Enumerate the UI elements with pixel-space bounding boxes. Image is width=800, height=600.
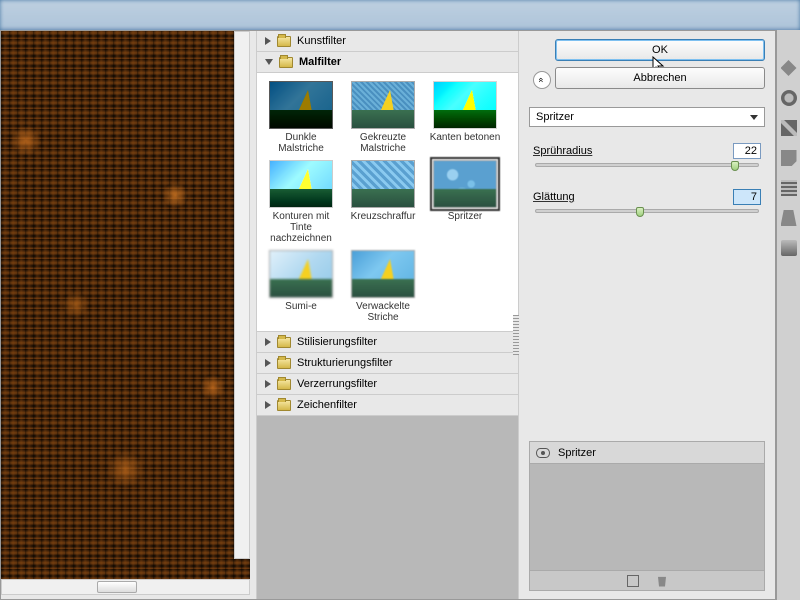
thumb-dunkle-malstriche[interactable]: Dunkle Malstriche (261, 79, 341, 156)
thumb-sumi-e[interactable]: Sumi-e (261, 248, 341, 325)
category-stilisierung[interactable]: Stilisierungsfilter (257, 332, 518, 353)
layer-label: Spritzer (558, 447, 596, 459)
tool-icon-7[interactable] (781, 240, 797, 256)
folder-icon (277, 400, 291, 411)
category-label: Zeichenfilter (297, 399, 357, 411)
trash-icon[interactable] (657, 575, 667, 587)
tool-icon-6[interactable] (781, 210, 797, 226)
layers-empty (530, 464, 764, 570)
dropdown-selected: Spritzer (536, 111, 574, 123)
preview-hscrollbar[interactable] (1, 579, 250, 595)
slider-thumb-radius[interactable] (731, 161, 739, 171)
cancel-label: Abbrechen (633, 72, 686, 84)
thumb-kanten-betonen[interactable]: Kanten betonen (425, 79, 505, 156)
param-label-radius: Sprühradius (533, 145, 592, 157)
category-filler (257, 416, 518, 599)
thumb-verwackelte-striche[interactable]: Verwackelte Striche (343, 248, 423, 325)
app-right-toolbar (776, 30, 800, 600)
tool-icon-2[interactable] (781, 90, 797, 106)
expand-icon (265, 380, 271, 388)
category-label: Kunstfilter (297, 35, 346, 47)
category-zeichen[interactable]: Zeichenfilter (257, 395, 518, 416)
folder-icon (277, 379, 291, 390)
param-value-radius[interactable] (733, 143, 761, 159)
visibility-eye-icon[interactable] (536, 448, 550, 458)
category-verzerrung[interactable]: Verzerrungsfilter (257, 374, 518, 395)
param-spruehradius: Sprühradius (529, 143, 765, 171)
category-label: Stilisierungsfilter (297, 336, 377, 348)
preview-hscroll-thumb[interactable] (97, 581, 137, 593)
filter-gallery-dialog: Kunstfilter Malfilter Dunkle Malstriche … (0, 30, 776, 600)
slider-smooth[interactable] (535, 209, 759, 213)
collapse-settings-button[interactable] (533, 71, 551, 89)
folder-icon (279, 57, 293, 68)
folder-icon (277, 36, 291, 47)
new-layer-icon[interactable] (627, 575, 639, 587)
thumb-konturen-tinte[interactable]: Konturen mit Tinte nachzeichnen (261, 158, 341, 246)
app-titlebar-blurred (0, 0, 800, 30)
ok-label: OK (652, 44, 668, 56)
malfilter-thumbnails: Dunkle Malstriche Gekreuzte Malstriche K… (257, 73, 518, 332)
expand-icon (265, 338, 271, 346)
category-malfilter[interactable]: Malfilter (257, 52, 518, 73)
preview-pane (1, 31, 257, 599)
collapse-icon (265, 59, 273, 65)
tool-icon-5[interactable] (781, 180, 797, 196)
preview-image[interactable] (1, 31, 250, 579)
layer-row-spritzer[interactable]: Spritzer (530, 442, 764, 464)
thumb-gekreuzte-malstriche[interactable]: Gekreuzte Malstriche (343, 79, 423, 156)
category-label: Malfilter (299, 56, 341, 68)
expand-icon (265, 359, 271, 367)
category-kunstfilter[interactable]: Kunstfilter (257, 31, 518, 52)
param-glaettung: Glättung (529, 189, 765, 217)
category-label: Verzerrungsfilter (297, 378, 377, 390)
settings-pane: OK Abbrechen Spritzer Sprühradius (519, 31, 775, 599)
folder-icon (277, 358, 291, 369)
tool-icon-3[interactable] (781, 120, 797, 136)
effect-layers-panel: Spritzer (529, 441, 765, 591)
expand-icon (265, 401, 271, 409)
expand-icon (265, 37, 271, 45)
param-label-smooth: Glättung (533, 191, 575, 203)
preview-texture (1, 31, 250, 579)
thumb-kreuzschraffur[interactable]: Kreuzschraffur (343, 158, 423, 246)
category-strukturierung[interactable]: Strukturierungsfilter (257, 353, 518, 374)
slider-thumb-smooth[interactable] (636, 207, 644, 217)
folder-icon (277, 337, 291, 348)
thumb-spritzer[interactable]: Spritzer (425, 158, 505, 246)
cancel-button[interactable]: Abbrechen (555, 67, 765, 89)
filter-category-pane: Kunstfilter Malfilter Dunkle Malstriche … (257, 31, 519, 599)
tool-icon-1[interactable] (781, 60, 797, 76)
preview-vscrollbar[interactable] (234, 31, 250, 559)
category-label: Strukturierungsfilter (297, 357, 392, 369)
layers-footer (530, 570, 764, 590)
pane-resize-grip[interactable] (513, 315, 519, 355)
filter-dropdown[interactable]: Spritzer (529, 107, 765, 127)
slider-radius[interactable] (535, 163, 759, 167)
tool-icon-4[interactable] (781, 150, 797, 166)
ok-button[interactable]: OK (555, 39, 765, 61)
param-value-smooth[interactable] (733, 189, 761, 205)
